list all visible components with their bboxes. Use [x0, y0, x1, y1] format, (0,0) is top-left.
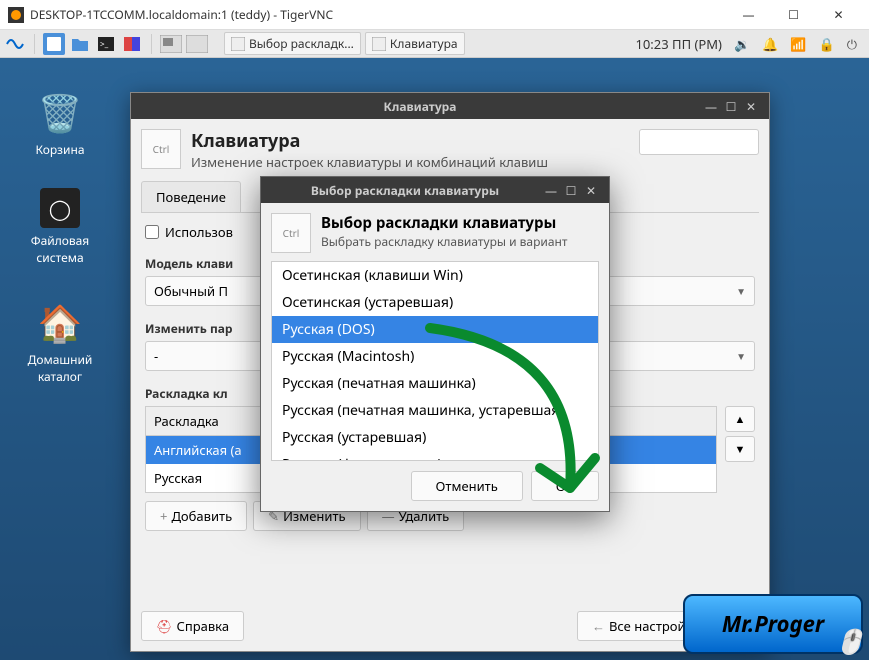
- trash-label: Корзина: [35, 141, 84, 158]
- network-icon[interactable]: 📶: [790, 35, 806, 53]
- dialog-maximize-button[interactable]: ☐: [561, 182, 581, 199]
- filesystem-label: Файловая система: [31, 232, 89, 266]
- show-desktop-icon[interactable]: [43, 33, 65, 55]
- list-item[interactable]: Русская (устаревшая): [272, 424, 598, 451]
- notification-icon[interactable]: 🔔: [762, 35, 778, 53]
- home-label: Домашний каталог: [28, 351, 93, 385]
- watermark-text: Mr.Proger: [722, 609, 824, 639]
- add-button[interactable]: +Добавить: [145, 501, 247, 531]
- tigervnc-icon: [8, 7, 24, 23]
- tab-behavior[interactable]: Поведение: [141, 181, 241, 212]
- workspace-2-icon[interactable]: [186, 33, 208, 55]
- volume-icon[interactable]: 🔉: [734, 35, 750, 53]
- dialog-title: Выбор раскладки клавиатуры: [269, 182, 541, 199]
- chevron-down-icon: ▼: [736, 349, 746, 363]
- list-item[interactable]: Осетинская (устаревшая): [272, 289, 598, 316]
- task-label: Клавиатура: [390, 35, 458, 52]
- close-button[interactable]: ✕: [816, 0, 861, 30]
- search-input[interactable]: [639, 129, 759, 155]
- window-title: DESKTOP-1TCCOMM.localdomain:1 (teddy) - …: [30, 6, 333, 23]
- svg-text:>_: >_: [100, 39, 109, 50]
- windows-titlebar: DESKTOP-1TCCOMM.localdomain:1 (teddy) - …: [0, 0, 869, 30]
- kb-titlebar[interactable]: Клавиатура — ☐ ✕: [131, 93, 769, 119]
- window-icon: [372, 37, 386, 51]
- layout-list[interactable]: Осетинская (клавиши Win)Осетинская (уста…: [271, 261, 599, 461]
- model-value: Обычный П: [154, 282, 228, 300]
- list-item[interactable]: Осетинская (клавиши Win): [272, 262, 598, 289]
- filesystem-icon[interactable]: ◯ Файловая система: [20, 188, 100, 266]
- cancel-button[interactable]: Отменить: [411, 471, 523, 501]
- xfce-panel: >_ Выбор раскладк... Клавиатура 10:23 ПП…: [0, 30, 869, 58]
- dialog-minimize-button[interactable]: —: [541, 182, 561, 199]
- kb-subtitle: Изменение настроек клавиатуры и комбинац…: [191, 153, 548, 171]
- ctrl-key-icon: Ctrl: [271, 213, 311, 253]
- task-button-1[interactable]: Выбор раскладк...: [224, 32, 361, 55]
- checkbox-input[interactable]: [145, 225, 159, 239]
- trash-glyph: 🗑️: [20, 88, 100, 137]
- kali-menu-icon[interactable]: [4, 33, 26, 55]
- watermark-badge: Mr.Proger 🖱️: [683, 594, 863, 654]
- kb-heading: Клавиатура: [191, 129, 548, 153]
- ctrl-key-icon: Ctrl: [141, 129, 181, 169]
- kb-minimize-button[interactable]: —: [701, 98, 721, 115]
- kb-maximize-button[interactable]: ☐: [721, 98, 741, 115]
- list-item[interactable]: Русская (печатная машинка): [272, 370, 598, 397]
- desktop[interactable]: 🗑️ Корзина ◯ Файловая система 🏠 Домашний…: [0, 58, 869, 660]
- workspace-1-icon[interactable]: [160, 33, 182, 55]
- move-up-button[interactable]: ▲: [725, 406, 755, 432]
- minimize-button[interactable]: —: [726, 0, 771, 30]
- list-item[interactable]: Русская (фонетическая): [272, 451, 598, 461]
- layout-selection-dialog: Выбор раскладки клавиатуры — ☐ ✕ Ctrl Вы…: [260, 176, 610, 512]
- dialog-close-button[interactable]: ✕: [581, 182, 601, 199]
- help-button[interactable]: ⛑Справка: [141, 611, 244, 641]
- home-glyph: 🏠: [20, 298, 100, 347]
- home-icon[interactable]: 🏠 Домашний каталог: [20, 298, 100, 385]
- task-label: Выбор раскладк...: [249, 35, 354, 52]
- kb-close-button[interactable]: ✕: [741, 98, 761, 115]
- dialog-heading: Выбор раскладки клавиатуры: [321, 213, 567, 233]
- dialog-titlebar[interactable]: Выбор раскладки клавиатуры — ☐ ✕: [261, 177, 609, 203]
- file-manager-icon[interactable]: [69, 33, 91, 55]
- trash-icon[interactable]: 🗑️ Корзина: [20, 88, 100, 158]
- kb-title: Клавиатура: [139, 98, 701, 115]
- chevron-down-icon: ▼: [736, 284, 746, 298]
- ok-button[interactable]: OK: [531, 471, 599, 501]
- maximize-button[interactable]: ☐: [771, 0, 816, 30]
- change-value: -: [154, 347, 158, 365]
- task-button-2[interactable]: Клавиатура: [365, 32, 465, 55]
- list-item[interactable]: Русская (Macintosh): [272, 343, 598, 370]
- move-down-button[interactable]: ▼: [725, 436, 755, 462]
- clock[interactable]: 10:23 ПП (PM): [635, 35, 722, 53]
- list-item[interactable]: Русская (печатная машинка, устаревшая): [272, 397, 598, 424]
- power-icon[interactable]: ⏻: [847, 35, 857, 53]
- checkbox-label: Использов: [165, 223, 233, 241]
- app-icon[interactable]: [121, 33, 143, 55]
- cursor-icon: 🖱️: [835, 625, 865, 658]
- window-icon: [231, 37, 245, 51]
- lock-icon[interactable]: 🔒: [819, 35, 835, 53]
- disk-glyph: ◯: [40, 188, 80, 228]
- list-item[interactable]: Русская (DOS): [272, 316, 598, 343]
- terminal-icon[interactable]: >_: [95, 33, 117, 55]
- dialog-subtitle: Выбрать раскладку клавиатуры и вариант: [321, 233, 567, 250]
